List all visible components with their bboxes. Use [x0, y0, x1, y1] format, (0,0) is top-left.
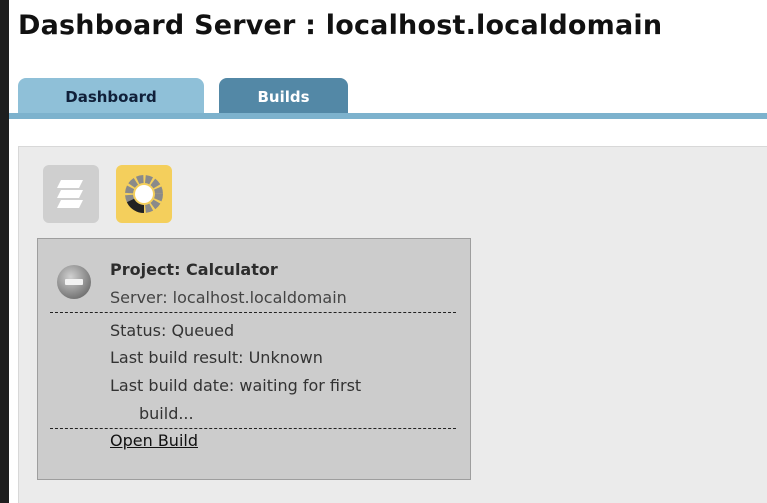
divider: [50, 312, 456, 313]
divider: [50, 428, 456, 429]
build-status: Status: Queued: [110, 321, 235, 340]
list-view-button[interactable]: [43, 165, 99, 223]
tab-dashboard-label: Dashboard: [65, 88, 157, 106]
app-window: Dashboard Server : localhost.localdomain…: [9, 0, 767, 503]
status-view-button[interactable]: [116, 165, 172, 223]
project-card: Project: Calculator Server: localhost.lo…: [37, 238, 471, 480]
tab-underline: [9, 113, 767, 119]
dashboard-content: Project: Calculator Server: localhost.lo…: [18, 146, 767, 503]
last-build-date-continued: build...: [139, 404, 194, 423]
project-name: Project: Calculator: [110, 260, 278, 279]
layers-icon: [57, 180, 83, 208]
tab-builds[interactable]: Builds: [219, 78, 348, 114]
last-build-date: Last build date: waiting for first: [110, 376, 362, 395]
open-build-link[interactable]: Open Build: [110, 431, 198, 450]
tab-dashboard[interactable]: Dashboard: [18, 78, 204, 114]
tab-builds-label: Builds: [257, 88, 310, 106]
page-title: Dashboard Server : localhost.localdomain: [18, 10, 663, 41]
status-ring-icon: [125, 175, 163, 213]
stop-icon: [57, 265, 91, 299]
last-build-result: Last build result: Unknown: [110, 348, 323, 367]
server-name: Server: localhost.localdomain: [110, 288, 347, 307]
